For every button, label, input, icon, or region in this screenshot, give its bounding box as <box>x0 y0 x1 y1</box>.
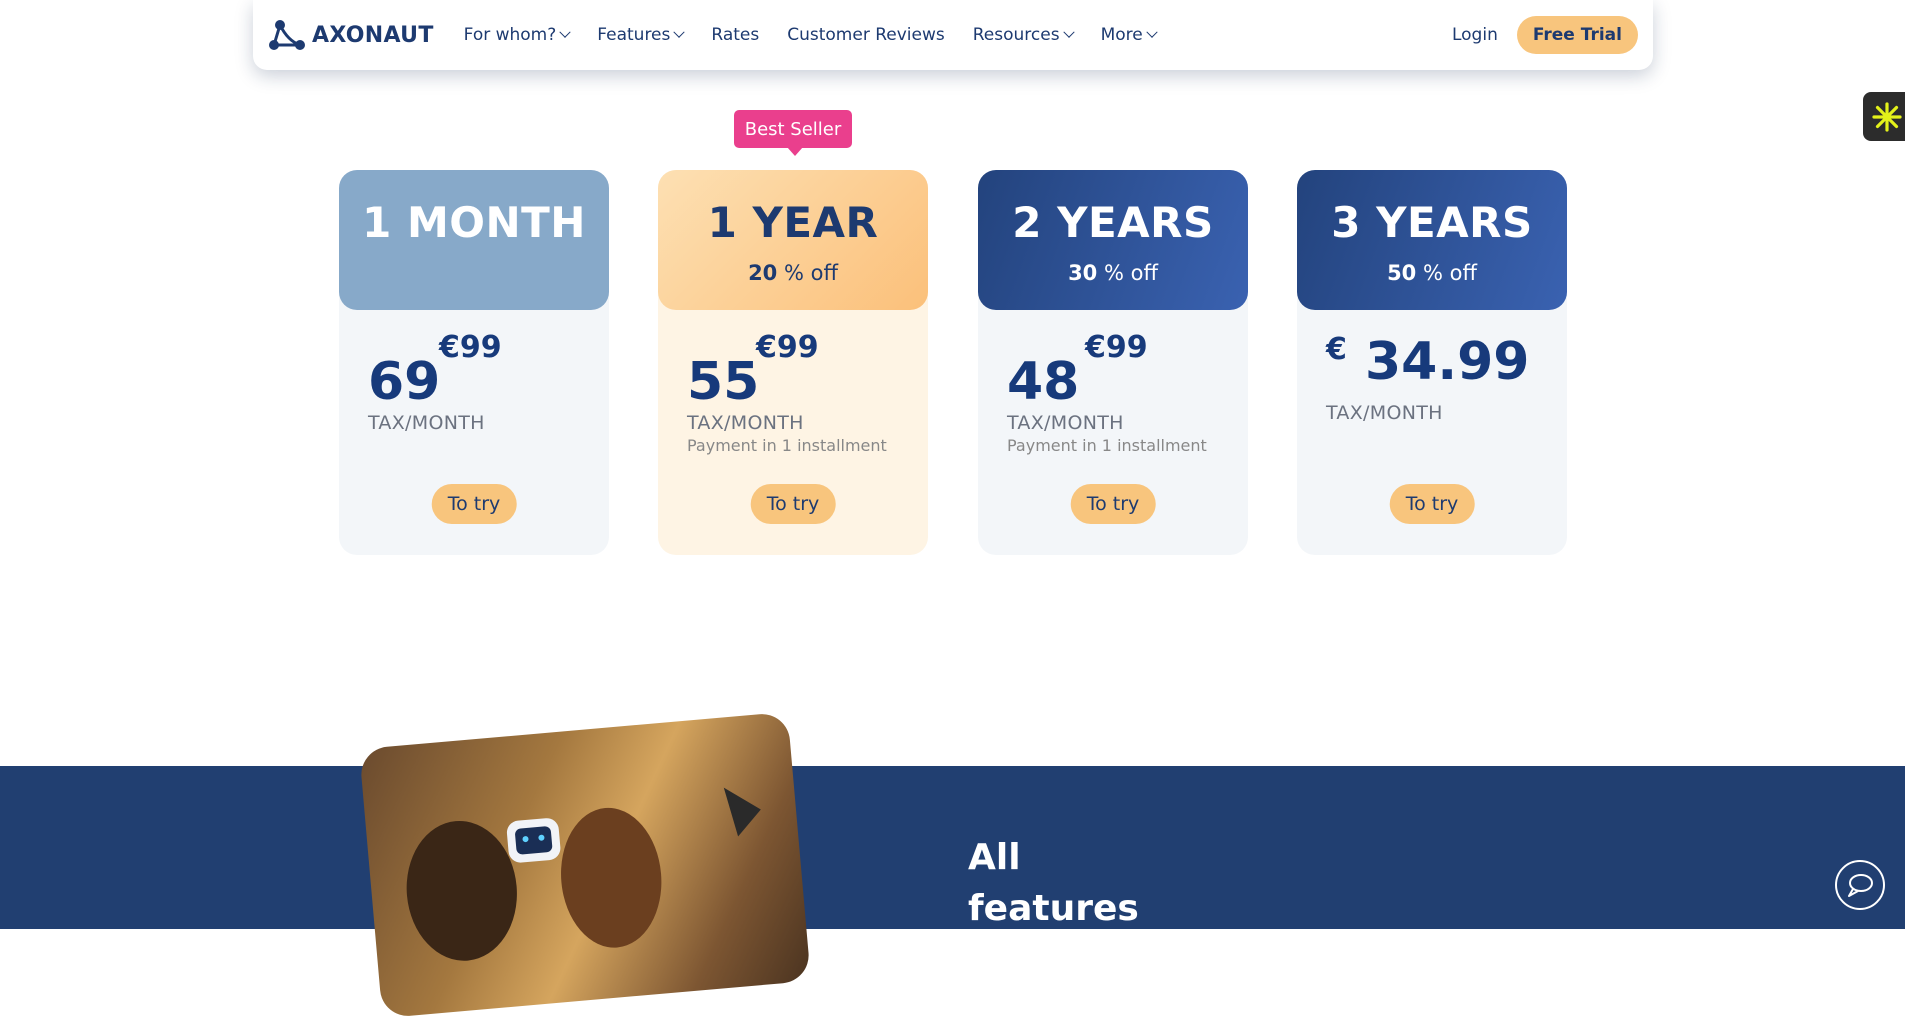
discount-text: % off <box>1097 261 1158 285</box>
price-block: 48 €99 TAX/MONTH Payment in 1 installmen… <box>978 310 1248 460</box>
nav-item-more[interactable]: More <box>1100 25 1158 45</box>
brand-logo[interactable]: AXONAUT <box>268 19 434 51</box>
asterisk-widget-icon <box>1872 101 1902 132</box>
features-heading-line: features <box>968 888 1139 929</box>
plan-old-price: €99 <box>756 330 819 365</box>
discount-value: 50 <box>1387 261 1417 285</box>
plan-price: 48 <box>1007 352 1080 412</box>
currency-symbol: € <box>1326 332 1347 367</box>
nav-item-customer-reviews[interactable]: Customer Reviews <box>787 25 945 45</box>
discount-value: 30 <box>1068 261 1098 285</box>
plan-header: 3 YEARS 50 % off <box>1297 170 1567 310</box>
try-button[interactable]: To try <box>1389 484 1475 524</box>
nav-item-rates[interactable]: Rates <box>711 25 759 45</box>
chat-bubble-icon <box>1848 874 1873 897</box>
nav-item-label: Rates <box>711 25 760 45</box>
installment-note: Payment in 1 installment <box>1007 436 1207 455</box>
nav-menu: For whom? Features Rates Customer Review… <box>463 25 1158 45</box>
plan-header: 1 MONTH <box>339 170 609 310</box>
nav-item-label: For whom? <box>463 25 557 45</box>
nav-item-for-whom[interactable]: For whom? <box>463 25 571 45</box>
robot-illustration <box>406 787 761 961</box>
nav-actions: Login Free Trial <box>1452 16 1638 54</box>
chevron-down-icon <box>559 26 571 38</box>
discount-text: % off <box>777 261 838 285</box>
price-block: 69 €99 TAX/MONTH <box>339 310 609 460</box>
side-widget[interactable] <box>1863 92 1905 141</box>
plan-discount: 50 % off <box>1387 261 1477 285</box>
top-navigation: AXONAUT For whom? Features Rates Custome… <box>253 0 1653 70</box>
features-band <box>0 766 1905 929</box>
plan-title: 2 YEARS <box>1012 198 1214 247</box>
plan-discount: 20 % off <box>748 261 838 285</box>
plan-old-price: €99 <box>439 330 502 365</box>
nav-item-label: Resources <box>972 25 1060 45</box>
chevron-down-icon <box>1146 26 1158 38</box>
plan-card-3-years: 3 YEARS 50 % off € 34.99 TAX/MONTH To tr… <box>1297 170 1567 555</box>
plan-title: 1 MONTH <box>362 198 586 247</box>
login-link[interactable]: Login <box>1452 25 1498 45</box>
try-button[interactable]: To try <box>431 484 517 524</box>
plan-title: 3 YEARS <box>1331 198 1533 247</box>
installment-note: Payment in 1 installment <box>687 436 887 455</box>
plan-price: 55 <box>687 352 760 412</box>
chat-button[interactable] <box>1835 860 1885 910</box>
chevron-down-icon <box>673 26 686 38</box>
plan-card-1-year: 1 YEAR 20 % off 55 €99 TAX/MONTH Payment… <box>658 170 928 555</box>
nav-item-label: Customer Reviews <box>787 25 945 45</box>
best-seller-badge: Best Seller <box>734 110 852 156</box>
plan-title: 1 YEAR <box>707 198 879 247</box>
nav-item-label: More <box>1100 25 1143 45</box>
tax-label: TAX/MONTH <box>368 412 485 434</box>
price-block: € 34.99 TAX/MONTH <box>1297 310 1567 460</box>
discount-text: % off <box>1416 261 1477 285</box>
plan-price: 34.99 <box>1365 332 1530 392</box>
axonaut-logo-icon <box>269 20 305 50</box>
tax-label: TAX/MONTH <box>687 412 804 434</box>
try-button[interactable]: To try <box>1070 484 1156 524</box>
plan-card-1-month: 1 MONTH 69 €99 TAX/MONTH To try <box>339 170 609 555</box>
team-photo <box>359 711 811 1018</box>
plan-header: 2 YEARS 30 % off <box>978 170 1248 310</box>
tax-label: TAX/MONTH <box>1326 402 1443 424</box>
plan-card-2-years: 2 YEARS 30 % off 48 €99 TAX/MONTH Paymen… <box>978 170 1248 555</box>
brand-name: AXONAUT <box>312 22 434 48</box>
plan-header: 1 YEAR 20 % off <box>658 170 928 310</box>
plan-price: 69 <box>368 352 441 412</box>
tax-label: TAX/MONTH <box>1007 412 1124 434</box>
nav-item-resources[interactable]: Resources <box>972 25 1075 45</box>
discount-value: 20 <box>748 261 778 285</box>
features-heading: All features <box>968 832 1139 934</box>
nav-item-features[interactable]: Features <box>597 25 686 45</box>
features-heading-line: All <box>968 837 1021 878</box>
chevron-down-icon <box>1062 26 1075 38</box>
free-trial-button[interactable]: Free Trial <box>1516 16 1638 54</box>
plan-old-price: €99 <box>1085 330 1148 365</box>
price-block: 55 €99 TAX/MONTH Payment in 1 installmen… <box>658 310 928 460</box>
plan-discount: 30 % off <box>1068 261 1158 285</box>
try-button[interactable]: To try <box>750 484 836 524</box>
nav-item-label: Features <box>597 25 671 45</box>
